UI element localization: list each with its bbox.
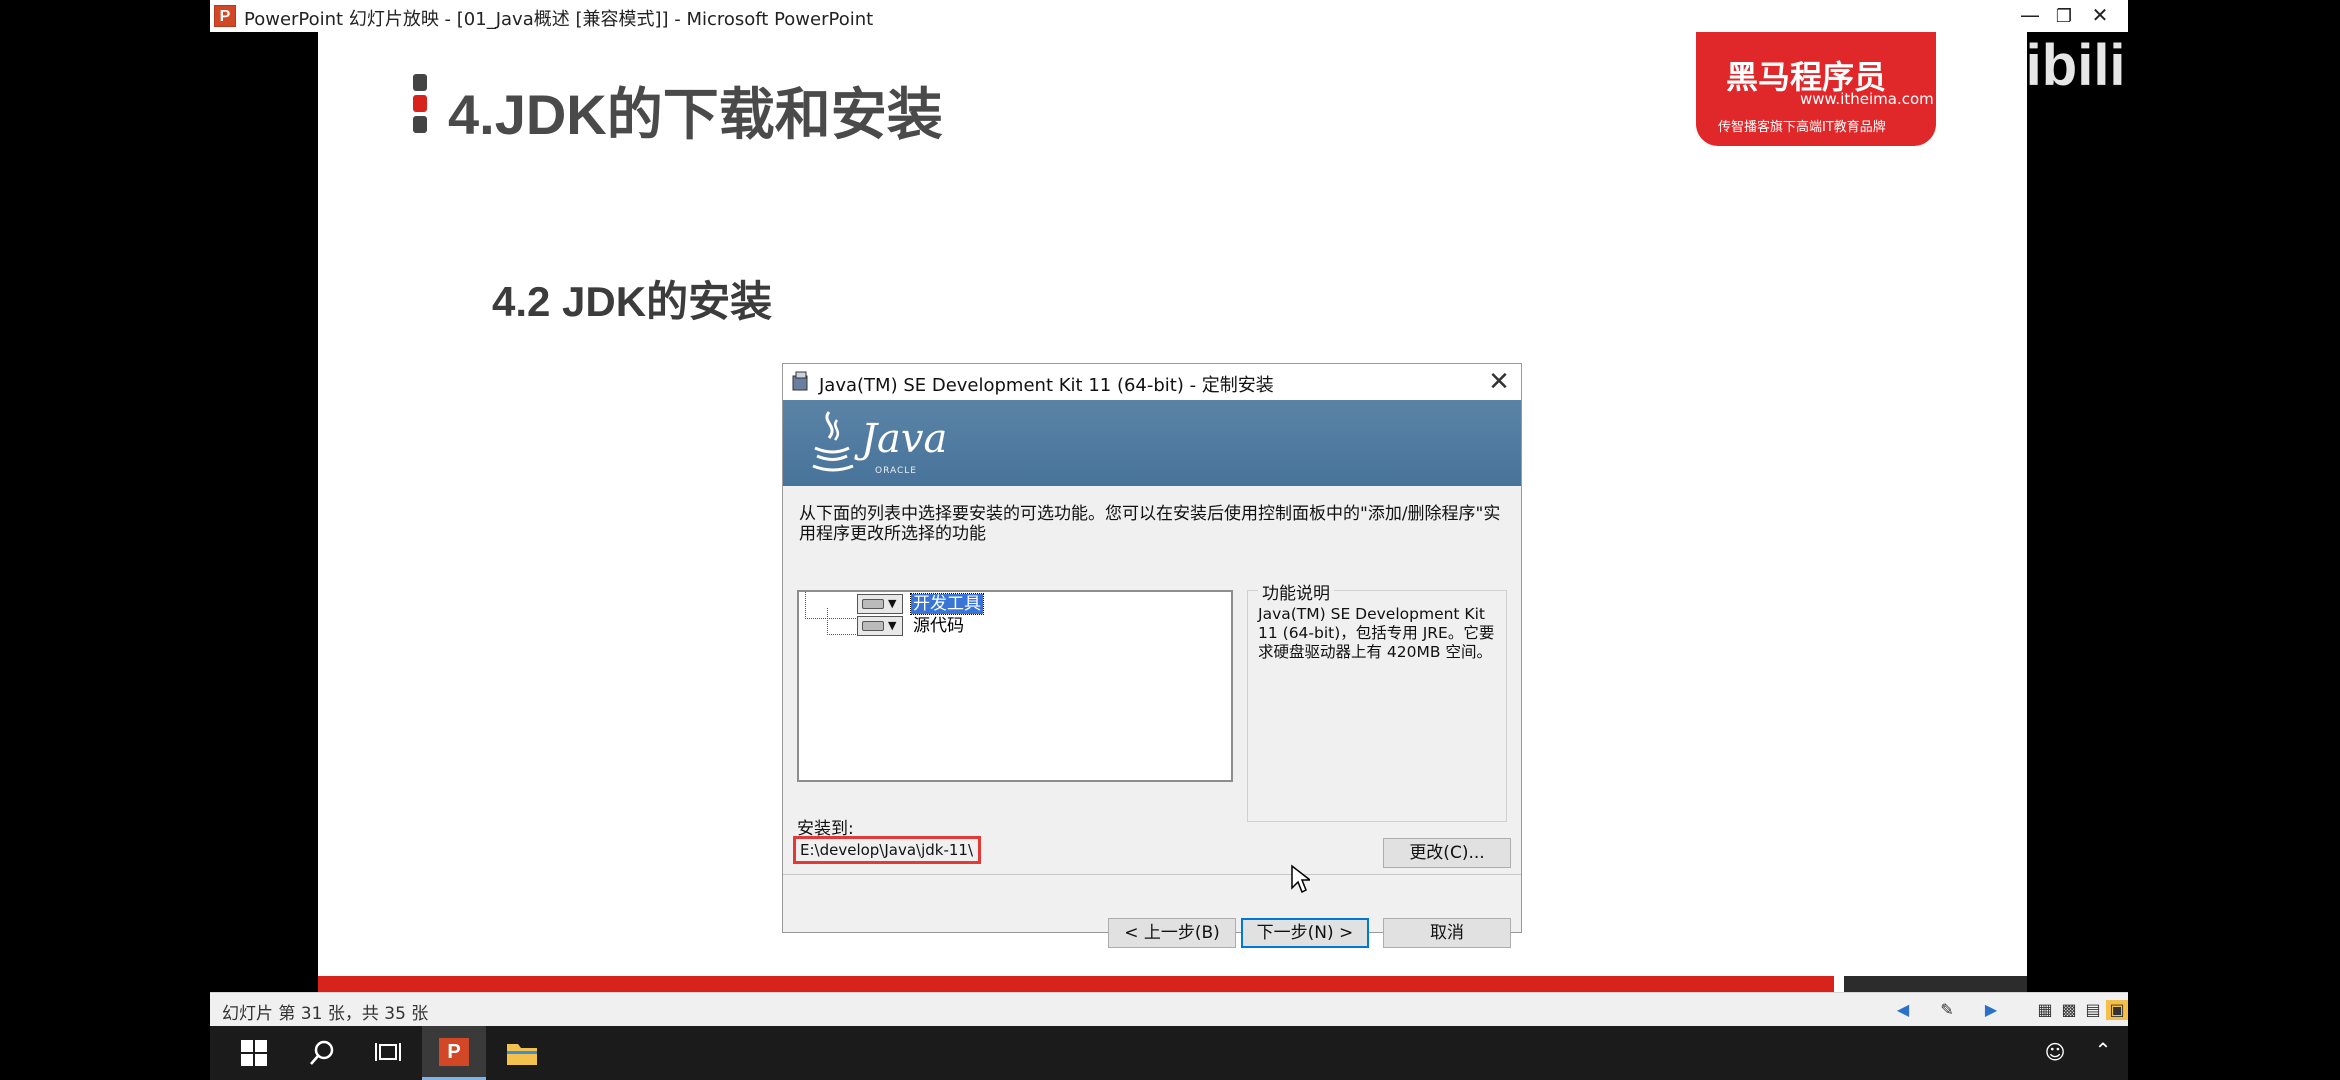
close-icon: ✕ <box>2091 3 2109 27</box>
folder-icon <box>507 1044 537 1065</box>
next-button[interactable]: 下一步(N) > <box>1241 918 1369 948</box>
slide-footer-dark-bar <box>1844 976 2027 992</box>
logo-slogan: 传智播客旗下高端IT教育品牌 <box>1718 120 1886 135</box>
notes-icon[interactable]: ✎ <box>1936 1000 1958 1020</box>
drive-dropdown-icon[interactable]: ▼ <box>857 616 903 636</box>
windows-logo-icon <box>241 1040 267 1066</box>
change-button[interactable]: 更改(C)... <box>1383 838 1511 868</box>
dialog-description: 从下面的列表中选择要安装的可选功能。您可以在安装后使用控制面板中的"添加/删除程… <box>799 504 1501 544</box>
normal-view-icon[interactable]: ▦ <box>2034 1000 2056 1020</box>
slideshow-icon[interactable]: ▣ <box>2106 1000 2128 1020</box>
feature-source-code[interactable]: 源代码 <box>911 616 966 636</box>
powerpoint-app-icon[interactable]: P <box>214 5 236 27</box>
dialog-title: Java(TM) SE Development Kit 11 (64-bit) … <box>819 375 1274 396</box>
hard-drive-icon <box>862 621 884 631</box>
dialog-close-icon[interactable]: ✕ <box>1481 366 1517 398</box>
start-button[interactable] <box>222 1026 286 1080</box>
dialog-separator <box>783 874 1521 875</box>
jdk-installer-dialog: Java(TM) SE Development Kit 11 (64-bit) … <box>782 363 1522 948</box>
people-icon[interactable]: ☺ <box>2042 1040 2068 1066</box>
oracle-logo-text: ORACLE <box>875 466 917 476</box>
java-banner: Java ORACLE <box>783 400 1521 486</box>
slide-sorter-icon[interactable]: ▩ <box>2058 1000 2080 1020</box>
itheima-logo: 黑马程序员 www.itheima.com 传智播客旗下高端IT教育品牌 <box>1696 32 1936 146</box>
window-title: PowerPoint 幻灯片放映 - [01_Java概述 [兼容模式]] - … <box>244 9 874 30</box>
back-button[interactable]: < 上一步(B) <box>1108 918 1236 948</box>
drive-dropdown-icon[interactable]: ▼ <box>857 594 903 614</box>
feature-tree[interactable]: ▼ 开发工具 ▼ 源代码 <box>797 590 1233 782</box>
close-button[interactable]: ✕ <box>2070 0 2130 32</box>
mouse-cursor-icon <box>1291 864 1310 894</box>
status-bar: 幻灯片 第 31 张，共 35 张 ◀ ✎ ▶ ▦ ▩ ▤ ▣ <box>210 992 2128 1026</box>
title-bullet-dot <box>413 95 427 112</box>
dropdown-arrow-icon: ▼ <box>888 619 897 632</box>
search-icon <box>310 1040 334 1065</box>
previous-slide-icon[interactable]: ◀ <box>1892 1000 1914 1020</box>
taskbar-powerpoint[interactable]: P <box>422 1026 486 1080</box>
feature-description-group: 功能说明 Java(TM) SE Development Kit 11 (64-… <box>1247 579 1507 822</box>
powerpoint-icon: P <box>439 1038 469 1066</box>
window-titlebar: P PowerPoint 幻灯片放映 - [01_Java概述 [兼容模式]] … <box>210 0 2128 32</box>
java-cup-icon <box>812 411 854 472</box>
feature-dev-tools[interactable]: 开发工具 <box>910 593 984 615</box>
install-path: E:\develop\Java\jdk-11\ <box>793 836 981 864</box>
chevron-up-icon[interactable]: ⌃ <box>2090 1038 2116 1064</box>
logo-url: www.itheima.com <box>1800 90 1934 108</box>
task-view-icon <box>375 1043 401 1061</box>
dropdown-arrow-icon: ▼ <box>888 597 897 610</box>
slide-footer-bar <box>318 976 1834 992</box>
search-button[interactable] <box>290 1026 354 1080</box>
installer-icon <box>792 371 808 391</box>
feature-description-title: 功能说明 <box>1258 579 1334 604</box>
title-bullet-dot <box>413 74 427 91</box>
windows-taskbar: P ☺ ⌃ <box>210 1026 2128 1080</box>
cancel-button[interactable]: 取消 <box>1383 918 1511 948</box>
feature-description-text: Java(TM) SE Development Kit 11 (64-bit)，… <box>1258 605 1495 661</box>
taskbar-file-explorer[interactable] <box>490 1026 554 1080</box>
slide-title: 4.JDK的下载和安装 <box>448 83 943 146</box>
next-slide-icon[interactable]: ▶ <box>1980 1000 2002 1020</box>
slide-counter: 幻灯片 第 31 张，共 35 张 <box>222 1004 429 1024</box>
task-view-button[interactable] <box>356 1026 420 1080</box>
reading-view-icon[interactable]: ▤ <box>2082 1000 2104 1020</box>
dialog-titlebar: Java(TM) SE Development Kit 11 (64-bit) … <box>783 364 1521 400</box>
bilibili-watermark: bilibili <box>1958 33 2126 98</box>
tree-connector <box>827 608 856 635</box>
title-bullet-dot <box>413 116 427 133</box>
java-logo-text: Java <box>861 416 948 462</box>
slide-canvas: 4.JDK的下载和安装 4.2 JDK的安装 黑马程序员 www.itheima… <box>318 32 2027 992</box>
hard-drive-icon <box>862 599 884 609</box>
slide-subtitle: 4.2 JDK的安装 <box>492 278 773 325</box>
